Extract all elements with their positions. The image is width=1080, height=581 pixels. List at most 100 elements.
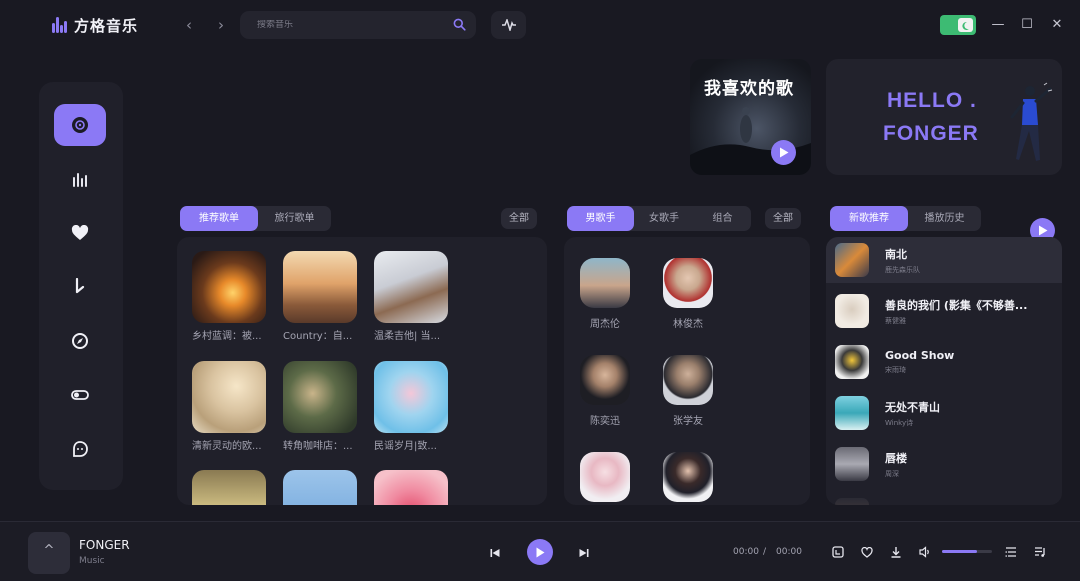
minimize-button[interactable]: —	[988, 15, 1008, 35]
song-row[interactable]: 善良的我们 (影集《不够善... 蔡健雅	[826, 288, 1062, 334]
song-title: 善良的我们 (影集《不够善...	[885, 298, 1028, 312]
minimize-icon: —	[991, 17, 1005, 32]
singer-avatar	[663, 258, 713, 308]
playlist-tabs: 推荐歌单 旅行歌单	[180, 206, 331, 231]
volume-slider[interactable]	[942, 550, 992, 553]
song-artist: 宋雨琦	[885, 366, 906, 374]
sidebar-item-charts[interactable]	[54, 158, 106, 200]
time-separator: /	[763, 547, 767, 557]
playlist-card[interactable]: 清新灵动的欧...	[192, 361, 266, 452]
playlist-cover	[283, 251, 357, 323]
maximize-icon: ☐	[1021, 17, 1033, 32]
singer-avatar	[663, 452, 713, 502]
hello-line-2: FONGER	[883, 122, 979, 145]
queue-button[interactable]	[1033, 545, 1047, 559]
sidebar-item-explore[interactable]	[54, 320, 106, 362]
play-pause-button[interactable]	[527, 539, 553, 565]
search-bar	[240, 11, 476, 39]
theme-toggle[interactable]	[940, 15, 976, 35]
search-input[interactable]	[257, 20, 453, 30]
now-playing-title: FONGER	[79, 538, 130, 552]
music-note-icon	[75, 278, 85, 294]
tab-male-singers[interactable]: 男歌手	[567, 206, 634, 231]
download-button[interactable]	[889, 545, 903, 559]
song-row[interactable]: 唇楼 周深	[826, 441, 1062, 487]
song-artist: 周深	[885, 469, 899, 478]
song-title: 无处不青山	[885, 400, 940, 414]
playlist-card[interactable]: 乡村蓝调：被...	[192, 251, 266, 342]
sidebar-item-music[interactable]	[54, 266, 106, 308]
playlist-card[interactable]: Country：自...	[283, 251, 357, 342]
playlist-button[interactable]	[1004, 545, 1018, 559]
playlist-card[interactable]	[283, 470, 357, 505]
lyrics-button[interactable]	[831, 545, 845, 559]
singer-avatar	[663, 355, 713, 405]
song-artist: 蔡健雅	[885, 316, 906, 325]
singer-card[interactable]: 陈奕迅	[580, 355, 630, 427]
tab-recommended-playlists[interactable]: 推荐歌单	[180, 206, 258, 231]
skip-next-icon	[579, 549, 589, 557]
singer-card[interactable]: 张学友	[663, 355, 713, 427]
close-button[interactable]: ✕	[1047, 15, 1067, 35]
playlist-title: 清新灵动的欧...	[192, 441, 262, 452]
song-row[interactable]: 无处不青山 Winky诗	[826, 390, 1062, 436]
singer-name: 林俊杰	[673, 319, 703, 330]
tab-female-singers[interactable]: 女歌手	[634, 206, 694, 231]
playlists-all-button[interactable]: 全部	[501, 208, 537, 229]
pulse-button[interactable]	[491, 11, 526, 39]
singer-avatar	[580, 452, 630, 502]
singer-name: 陈奕迅	[590, 416, 620, 427]
song-row[interactable]: 南北 鹿先森乐队	[826, 237, 1062, 283]
playlist-card[interactable]: 转角咖啡店：...	[283, 361, 357, 452]
chevron-right-icon: ›	[218, 16, 224, 34]
compass-icon	[72, 333, 88, 349]
tab-travel-playlists[interactable]: 旅行歌单	[258, 206, 331, 231]
play-icon	[779, 147, 788, 158]
favorites-title: 我喜欢的歌	[704, 79, 794, 99]
song-row[interactable]: 突然	[826, 492, 1062, 505]
hello-banner: HELLO . FONGER	[826, 59, 1062, 175]
like-button[interactable]	[860, 545, 874, 559]
tab-new-songs[interactable]: 新歌推荐	[830, 206, 908, 231]
singer-card[interactable]	[580, 452, 630, 502]
search-icon[interactable]	[453, 16, 466, 35]
playlist-card[interactable]	[374, 470, 448, 505]
app-logo: 方格音乐	[52, 14, 138, 36]
tab-groups[interactable]: 组合	[694, 206, 751, 231]
close-icon: ✕	[1051, 17, 1063, 32]
sidebar-item-messages[interactable]	[54, 428, 106, 470]
song-row[interactable]: Good Show 宋雨琦	[826, 339, 1062, 385]
forward-button[interactable]: ›	[213, 15, 229, 35]
playlist-title: 乡村蓝调：被...	[192, 331, 262, 342]
volume-button[interactable]	[918, 545, 932, 559]
singer-tabs: 男歌手 女歌手 组合	[567, 206, 751, 231]
sidebar	[39, 82, 123, 490]
song-title: 南北	[885, 247, 907, 261]
song-cover	[835, 498, 869, 505]
playlist-card[interactable]: 温柔吉他| 当...	[374, 251, 448, 342]
song-cover	[835, 447, 869, 481]
favorite-songs-card[interactable]: 我喜欢的歌	[690, 59, 811, 175]
playlist-card[interactable]	[192, 470, 266, 505]
favorites-play-button[interactable]	[771, 140, 796, 165]
singer-card[interactable]: 周杰伦	[580, 258, 630, 330]
singers-all-button[interactable]: 全部	[765, 208, 801, 229]
sidebar-item-settings[interactable]	[54, 374, 106, 416]
singer-card[interactable]: 林俊杰	[663, 258, 713, 330]
expand-player-button[interactable]: ^	[28, 532, 70, 574]
previous-button[interactable]	[488, 546, 502, 560]
hello-line-1: HELLO .	[887, 89, 977, 112]
playlist-cover	[374, 251, 448, 323]
singer-card[interactable]	[663, 452, 713, 502]
playlist-card[interactable]: 民谣岁月|致...	[374, 361, 448, 452]
sidebar-item-discover[interactable]	[54, 104, 106, 146]
back-button[interactable]: ‹	[181, 15, 197, 35]
playlist-cover	[374, 470, 448, 505]
total-time: 00:00	[776, 547, 802, 557]
next-button[interactable]	[577, 546, 591, 560]
maximize-button[interactable]: ☐	[1017, 15, 1037, 35]
song-cover	[835, 396, 869, 430]
sidebar-item-favorites[interactable]	[54, 212, 106, 254]
singer-avatar	[580, 355, 630, 405]
tab-play-history[interactable]: 播放历史	[908, 206, 981, 231]
